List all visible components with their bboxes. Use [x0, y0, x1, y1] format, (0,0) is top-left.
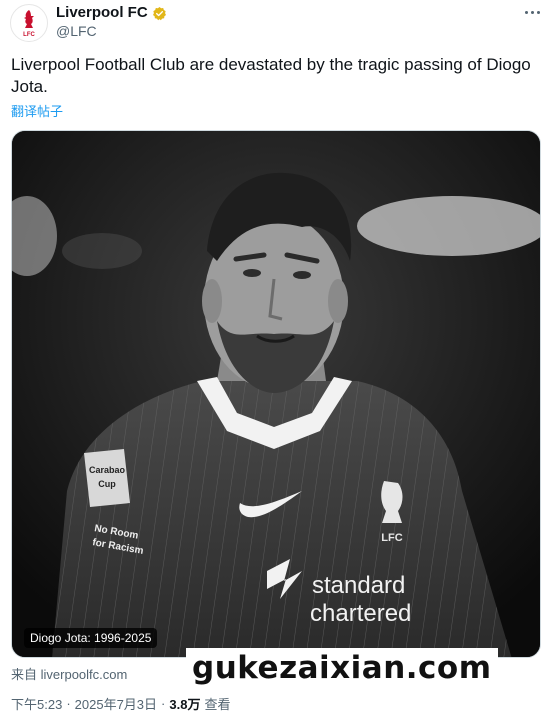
source-line: 来自 liverpoolfc.com — [11, 664, 127, 683]
avatar[interactable]: LFC — [10, 4, 48, 42]
sleeve-patch-line-1: Carabao — [89, 465, 126, 475]
view-label: 查看 — [204, 697, 231, 712]
player-photo: Carabao Cup No Room for Racism LFC stand… — [12, 131, 540, 657]
sponsor-line-1: standard — [312, 572, 405, 599]
tweet-text: Liverpool Football Club are devastated b… — [11, 55, 531, 96]
crest-text: LFC — [381, 532, 402, 544]
meta-separator: · — [66, 696, 71, 711]
source-prefix: 来自 — [11, 667, 38, 682]
photo-caption: Diogo Jota: 1996-2025 — [24, 628, 158, 648]
sleeve-patch-line-2: Cup — [98, 479, 116, 489]
liverbird-logo-icon: LFC — [23, 10, 35, 38]
translate-post-link[interactable]: 翻译帖子 — [11, 101, 63, 120]
watermark: gukezaixian.com — [186, 648, 498, 688]
sponsor-line-2: chartered — [310, 600, 411, 627]
avatar-text: LFC — [23, 32, 35, 38]
tweet-meta: 下午5:23 · 2025年7月3日 · 3.8万 查看 — [11, 694, 230, 712]
meta-separator: · — [161, 696, 166, 711]
source-link[interactable]: liverpoolfc.com — [41, 667, 128, 682]
more-options-icon[interactable] — [521, 5, 543, 19]
author-display-name[interactable]: Liverpool FC — [56, 4, 148, 22]
author-handle[interactable]: @LFC — [56, 23, 97, 40]
author-name-row: Liverpool FC — [56, 4, 167, 22]
tweet-date[interactable]: 2025年7月3日 — [75, 694, 157, 712]
verified-badge-icon — [152, 6, 166, 20]
view-count: 3.8万 — [169, 697, 201, 712]
tweet-photo[interactable]: Carabao Cup No Room for Racism LFC stand… — [11, 130, 541, 658]
tweet-time[interactable]: 下午5:23 — [11, 694, 62, 712]
